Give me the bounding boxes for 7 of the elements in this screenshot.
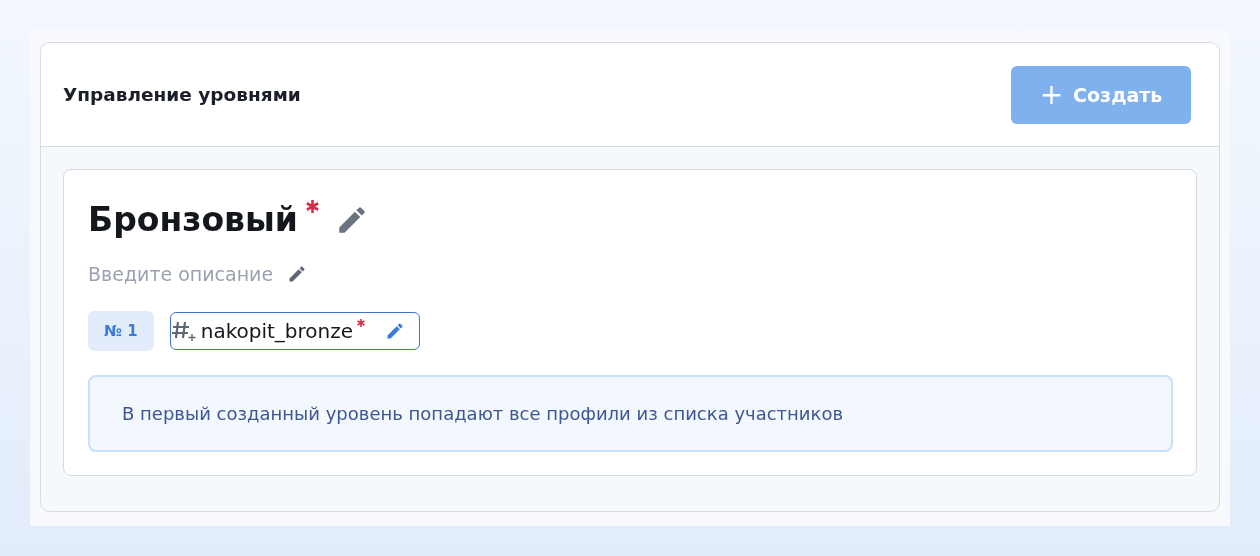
info-message: В первый созданный уровень попадают все профили из списка участников xyxy=(88,375,1173,452)
pencil-icon[interactable] xyxy=(287,264,307,284)
hashtag-icon xyxy=(170,319,197,343)
level-number-badge: № 1 xyxy=(88,311,154,351)
page-title: Управление уровнями xyxy=(63,84,301,105)
level-name: Бронзовый xyxy=(88,200,298,239)
code-field[interactable]: nakopit_bronze xyxy=(169,312,421,350)
